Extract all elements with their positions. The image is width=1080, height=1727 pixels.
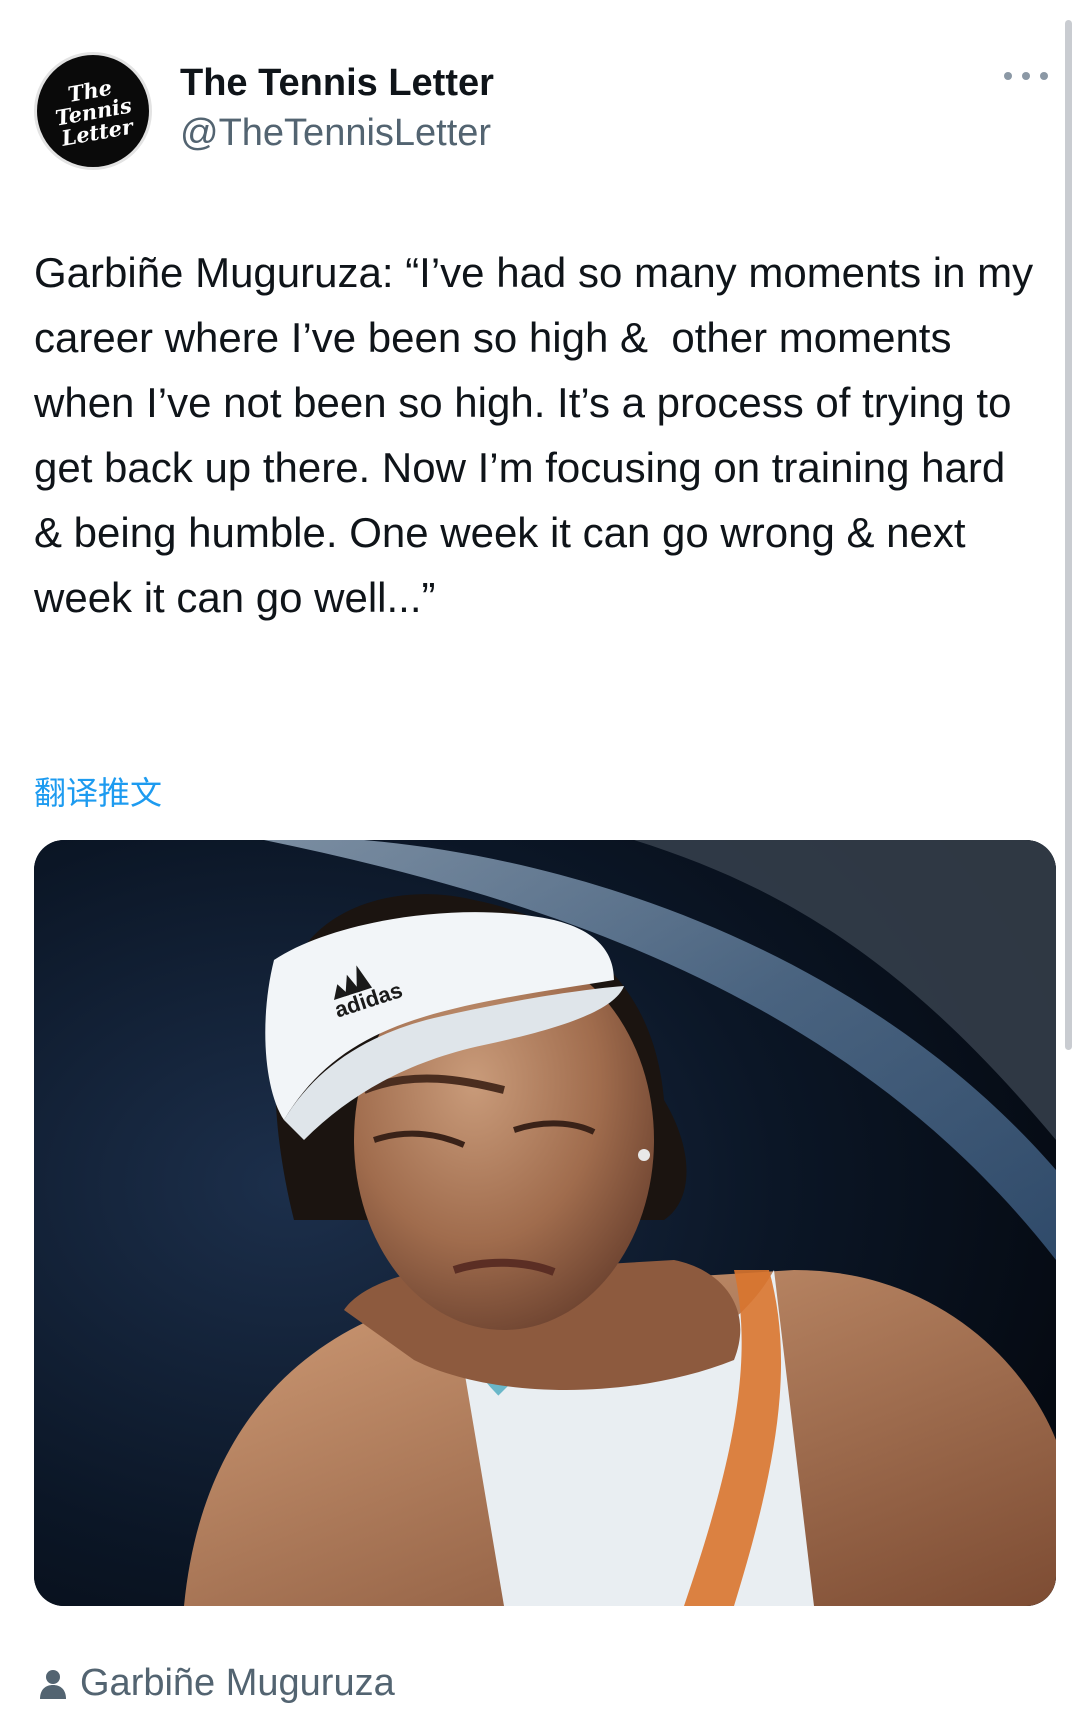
more-horizontal-icon[interactable] [1004, 66, 1048, 86]
tagged-user[interactable]: Garbiñe Muguruza [40, 1662, 395, 1705]
scrollbar[interactable] [1065, 20, 1072, 1050]
tweet-photo[interactable]: adidas [34, 840, 1056, 1606]
tagged-user-name: Garbiñe Muguruza [80, 1662, 395, 1704]
photo-illustration: adidas [34, 840, 1056, 1606]
avatar-logo: The Tennis Letter [52, 74, 135, 151]
display-name[interactable]: The Tennis Letter [180, 62, 494, 105]
person-icon [40, 1669, 66, 1699]
translate-tweet-link[interactable]: 翻译推文 [34, 768, 162, 814]
avatar[interactable]: The Tennis Letter [34, 52, 152, 170]
user-handle[interactable]: @TheTennisLetter [180, 112, 491, 155]
tweet-header: The Tennis Letter The Tennis Letter @The… [34, 52, 1048, 172]
tweet-text: Garbiñe Muguruza: “I’ve had so many mome… [34, 249, 1045, 621]
